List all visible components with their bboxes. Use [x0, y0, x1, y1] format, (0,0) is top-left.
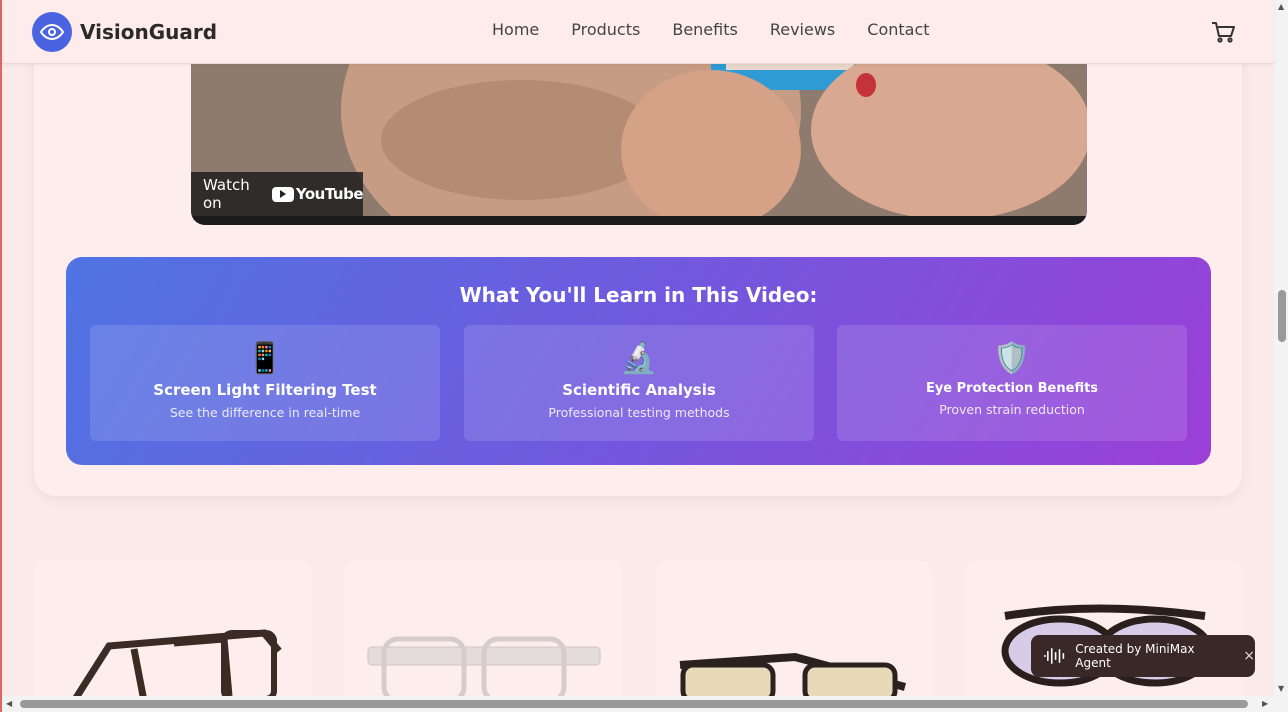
- eye-icon: [32, 12, 72, 52]
- black-glasses-image: [71, 629, 282, 701]
- product-card[interactable]: [655, 561, 933, 701]
- microscope-icon: 🔬: [620, 341, 658, 376]
- clear-glasses-image: [367, 636, 601, 701]
- horizontal-scrollbar[interactable]: ◀ ▶: [2, 696, 1288, 712]
- feature-title: Eye Protection Benefits: [925, 381, 1099, 396]
- feature-title: Scientific Analysis: [562, 381, 716, 399]
- scroll-right-icon[interactable]: ▶: [1262, 699, 1268, 708]
- learn-title: What You'll Learn in This Video:: [459, 283, 818, 307]
- main-nav: Home Products Benefits Reviews Contact: [492, 20, 962, 39]
- scroll-up-icon[interactable]: ▲: [1278, 2, 1284, 11]
- product-card[interactable]: [344, 561, 622, 701]
- vertical-scroll-thumb[interactable]: [1278, 290, 1286, 342]
- horizontal-scroll-thumb[interactable]: [20, 700, 1248, 708]
- product-card[interactable]: [965, 561, 1243, 701]
- nav-products[interactable]: Products: [571, 20, 640, 39]
- nav-contact[interactable]: Contact: [867, 20, 929, 39]
- vertical-scrollbar[interactable]: ▲ ▼: [1274, 0, 1288, 696]
- cart-icon[interactable]: [1210, 20, 1236, 44]
- scroll-left-icon[interactable]: ◀: [6, 699, 12, 708]
- nav-home[interactable]: Home: [492, 20, 539, 39]
- tinted-glasses-image: [679, 652, 907, 701]
- watch-on-label: Watch on: [203, 176, 250, 212]
- video-section: Watch on YouTube What You'll Learn in Th…: [34, 20, 1242, 496]
- feature-subtitle: See the difference in real-time: [169, 405, 361, 420]
- youtube-logo-icon: YouTube: [271, 185, 364, 203]
- brand-name: VisionGuard: [80, 20, 218, 44]
- scroll-down-icon[interactable]: ▼: [1278, 684, 1284, 693]
- nav-reviews[interactable]: Reviews: [770, 20, 835, 39]
- nav-benefits[interactable]: Benefits: [672, 20, 738, 39]
- feature-card-analysis: 🔬 Scientific Analysis Professional testi…: [464, 325, 814, 441]
- feature-card-protection: 🛡️ Eye Protection Benefits Proven strain…: [837, 325, 1187, 441]
- feature-subtitle: Professional testing methods: [548, 405, 730, 420]
- video-progress-bar[interactable]: [191, 216, 1087, 225]
- created-by-toast[interactable]: Created by MiniMax Agent ×: [1031, 635, 1255, 677]
- phone-icon: 📱: [246, 341, 284, 376]
- waveform-icon: [1043, 648, 1065, 664]
- shield-icon: 🛡️: [993, 341, 1031, 376]
- toast-label: Created by MiniMax Agent: [1075, 642, 1195, 670]
- logo[interactable]: VisionGuard: [32, 12, 217, 52]
- feature-subtitle: Proven strain reduction: [939, 402, 1085, 417]
- feature-card-filtering: 📱 Screen Light Filtering Test See the di…: [90, 325, 440, 441]
- close-icon[interactable]: ×: [1243, 648, 1255, 664]
- cat-eye-glasses-image: [1001, 604, 1214, 687]
- watch-on-youtube-button[interactable]: Watch on YouTube: [191, 172, 364, 216]
- feature-title: Screen Light Filtering Test: [153, 381, 377, 399]
- product-card[interactable]: [34, 561, 312, 701]
- learn-panel: What You'll Learn in This Video: 📱 Scree…: [66, 257, 1211, 465]
- site-header: VisionGuard Home Products Benefits Revie…: [2, 0, 1274, 64]
